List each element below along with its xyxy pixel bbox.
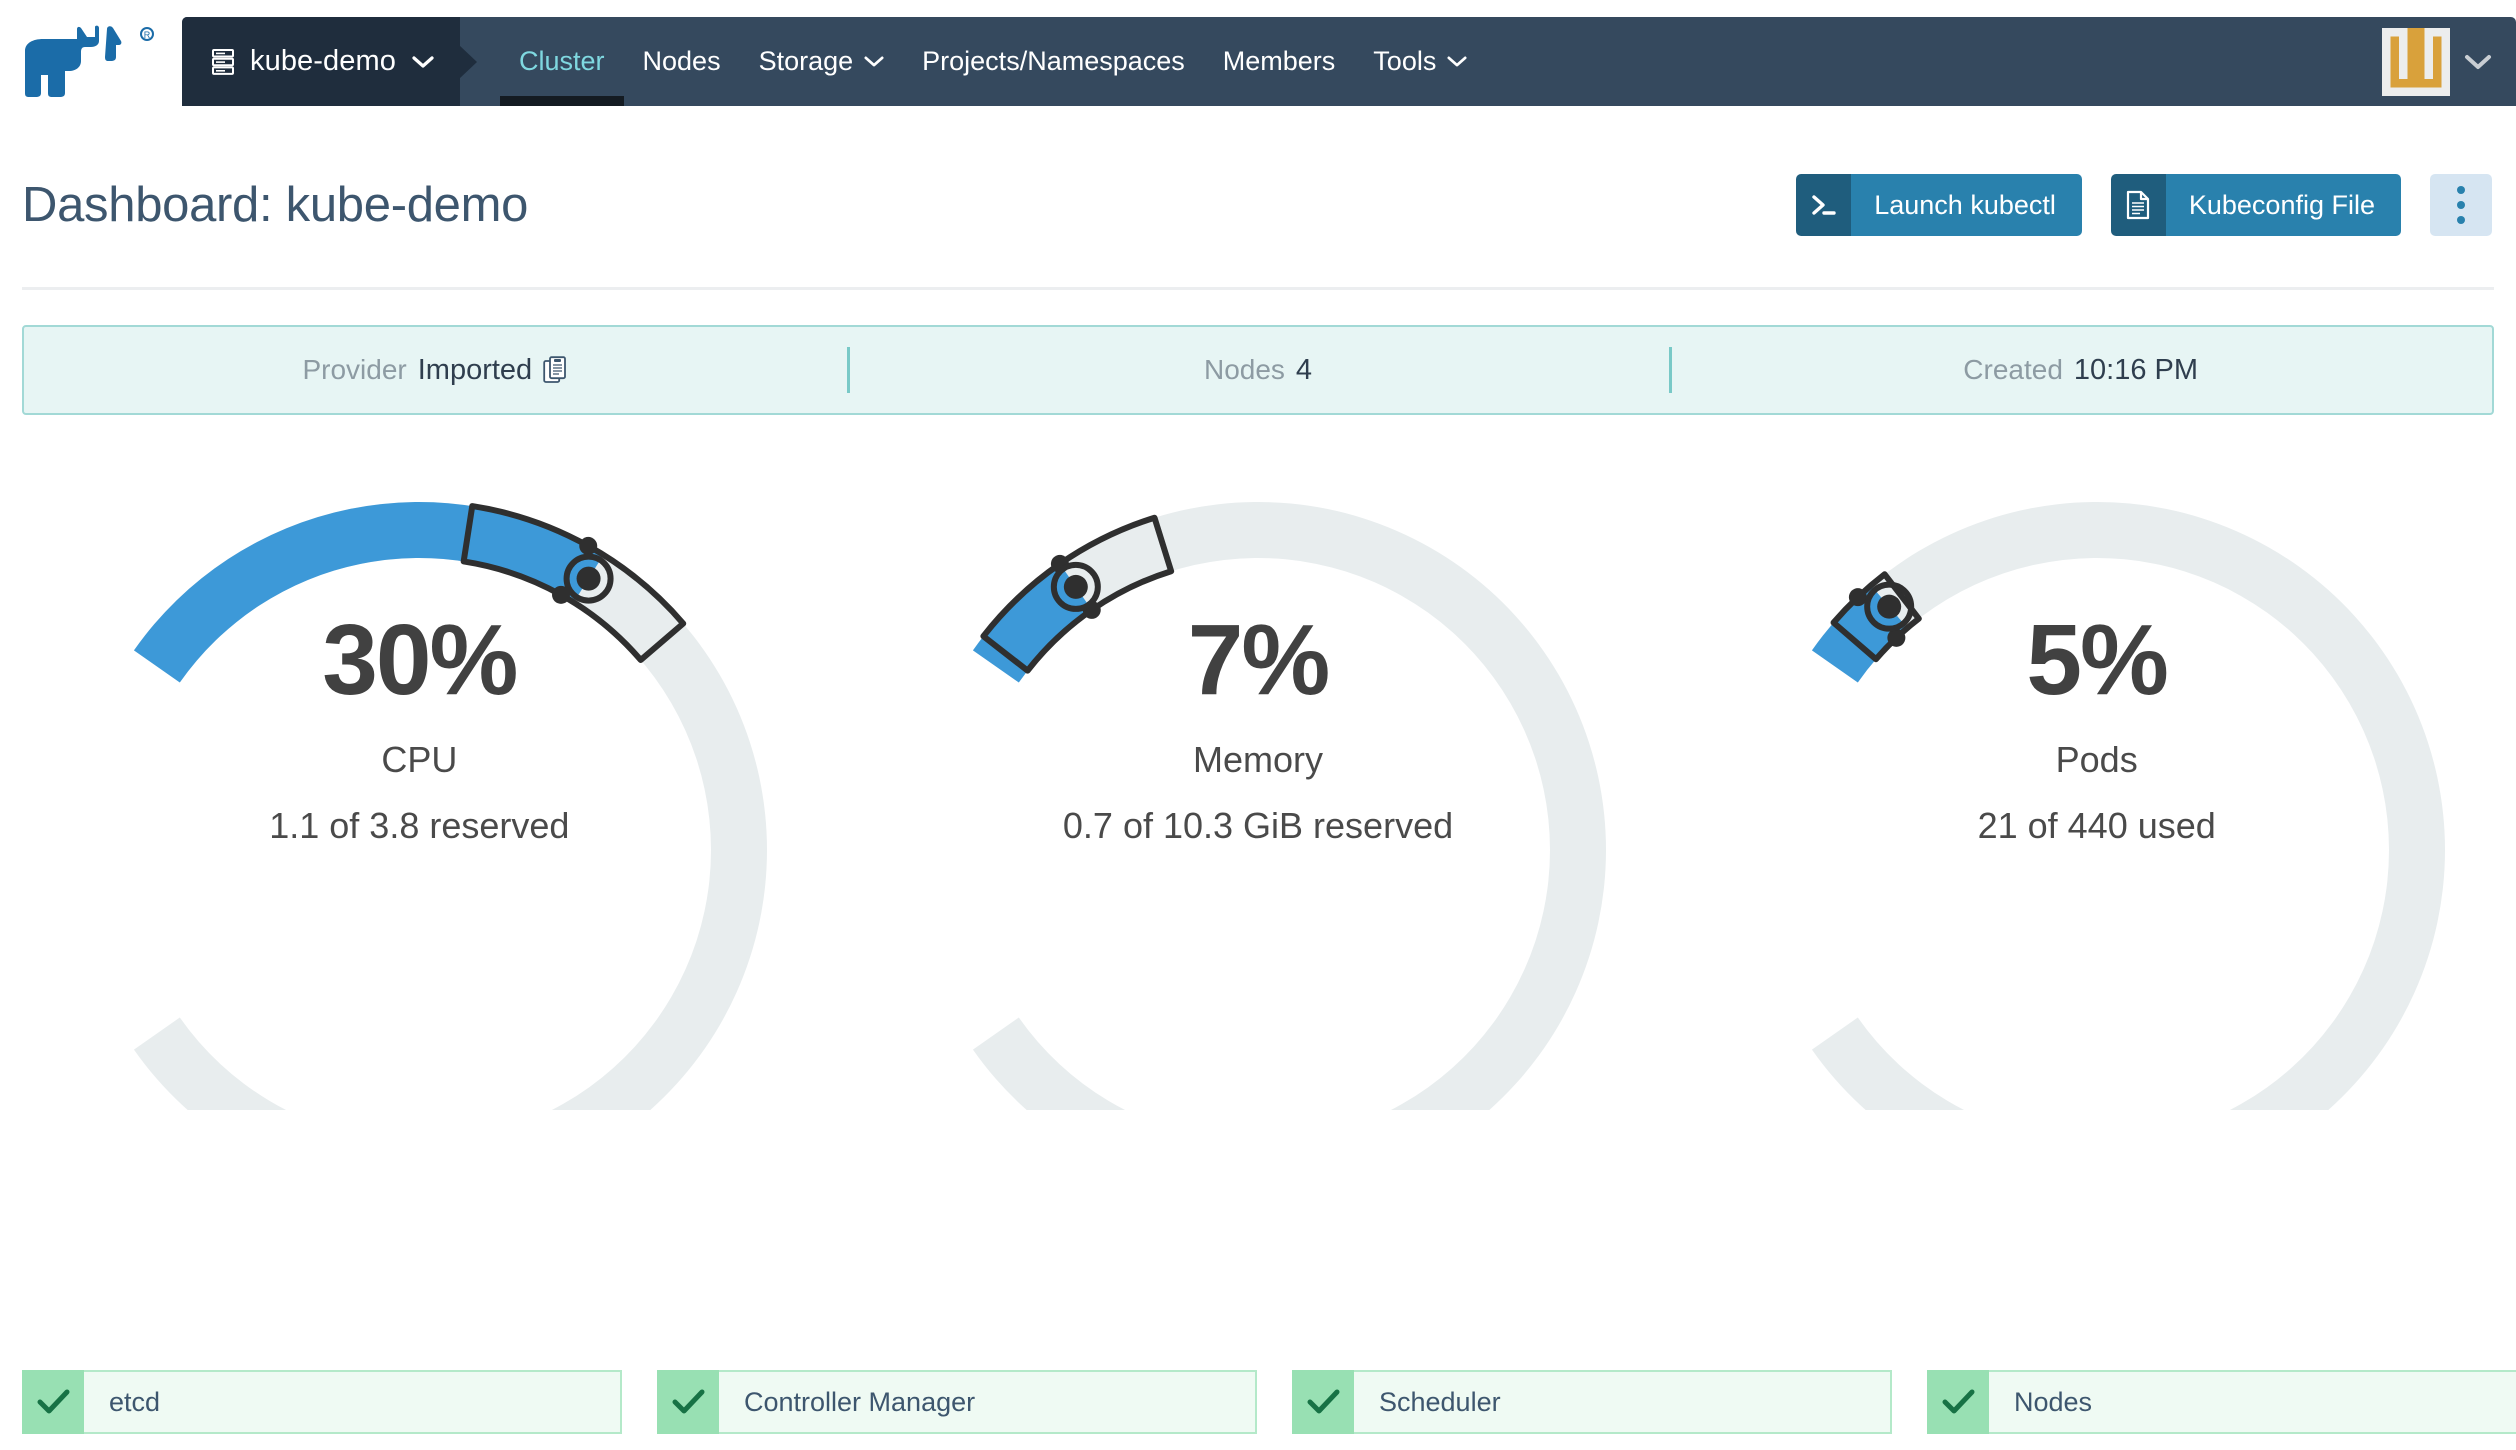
file-document-icon — [2110, 174, 2166, 236]
component-status-bar: etcd Controller Manager Scheduler Nodes — [22, 1370, 2516, 1434]
nav-item-storage[interactable]: Storage — [740, 17, 904, 106]
status-ok-box — [657, 1370, 719, 1434]
banner-key: Created — [1963, 354, 2063, 385]
gauge-arc-cpu — [134, 502, 768, 1110]
nav-item-members[interactable]: Members — [1204, 17, 1355, 106]
nav-item-cluster[interactable]: Cluster — [500, 17, 624, 106]
gauge-arc-memory — [972, 502, 1606, 1110]
server-rack-icon — [212, 48, 234, 75]
svg-text:R: R — [144, 30, 151, 40]
kebab-dot-icon — [2457, 216, 2465, 224]
launch-kubectl-label: Launch kubectl — [1851, 174, 2082, 236]
nav-item-label: Tools — [1373, 46, 1437, 76]
more-actions-button[interactable] — [2430, 174, 2492, 236]
status-card-etcd[interactable]: etcd — [22, 1370, 622, 1434]
rancher-cow-logo-icon: R — [25, 25, 154, 97]
nav-item-label: Members — [1222, 46, 1336, 76]
status-label: Nodes — [1989, 1370, 2516, 1434]
status-ok-box — [1292, 1370, 1354, 1434]
status-label: etcd — [84, 1370, 622, 1434]
copy-icon[interactable] — [543, 355, 568, 385]
check-icon — [1942, 1389, 1974, 1414]
nav-item-projects-namespaces[interactable]: Projects/Namespaces — [903, 17, 1204, 106]
status-label: Controller Manager — [719, 1370, 1257, 1434]
status-card-scheduler[interactable]: Scheduler — [1292, 1370, 1892, 1434]
kebab-dot-icon — [2457, 186, 2465, 194]
kebab-dot-icon — [2457, 201, 2465, 209]
check-icon — [1307, 1389, 1339, 1414]
nav-strip: kube-demo Cluster Nodes Storage Projects… — [182, 17, 2516, 106]
launch-kubectl-button[interactable]: Launch kubectl — [1796, 174, 2082, 236]
gauge-cpu[interactable]: 30% CPU 1.1 of 3.8 reserved — [0, 450, 839, 1240]
nav-item-label: Storage — [758, 46, 854, 76]
nav-item-label: Nodes — [642, 46, 721, 76]
status-card-nodes[interactable]: Nodes — [1927, 1370, 2516, 1434]
gauge-memory[interactable]: 7% Memory 0.7 of 10.3 GiB reserved — [839, 450, 1678, 1240]
top-navigation-bar: R kube-demo Cluster Nodes Storage Projec… — [0, 0, 2516, 123]
status-ok-box — [1927, 1370, 1989, 1434]
nav-items: Cluster Nodes Storage Projects/Namespace… — [460, 17, 1486, 106]
header-actions: Launch kubectl Kubeconfig File — [1796, 174, 2492, 236]
status-label: Scheduler — [1354, 1370, 1892, 1434]
header-divider — [22, 287, 2494, 290]
nav-item-label: Projects/Namespaces — [922, 46, 1185, 76]
nav-item-tools[interactable]: Tools — [1354, 17, 1486, 106]
avatar — [2382, 27, 2450, 96]
kubeconfig-file-label: Kubeconfig File — [2165, 174, 2401, 236]
banner-value: Imported — [417, 353, 533, 386]
user-menu[interactable] — [2382, 27, 2492, 96]
check-icon — [672, 1389, 704, 1414]
banner-cell-created: Created 10:16 PM — [1669, 327, 2492, 413]
banner-key: Provider — [302, 354, 407, 385]
banner-cell-provider: Provider Imported — [24, 327, 847, 413]
banner-value: 10:16 PM — [2073, 353, 2199, 386]
gauge-arc-pods — [1811, 502, 2445, 1110]
page-title: Dashboard: kube-demo — [22, 178, 529, 232]
chevron-down-icon — [412, 55, 434, 68]
rancher-logo[interactable]: R — [0, 0, 182, 123]
cluster-selector[interactable]: kube-demo — [182, 17, 460, 106]
terminal-icon — [1796, 174, 1852, 236]
page-header: Dashboard: kube-demo Launch kubectl Kube… — [0, 123, 2516, 287]
status-card-controller-manager[interactable]: Controller Manager — [657, 1370, 1257, 1434]
nav-item-label: Cluster — [519, 46, 605, 76]
banner-key: Nodes — [1203, 354, 1285, 385]
status-ok-box — [22, 1370, 84, 1434]
nav-item-nodes[interactable]: Nodes — [624, 17, 740, 106]
resource-gauges: 30% CPU 1.1 of 3.8 reserved 7% Memory 0.… — [0, 450, 2516, 1240]
check-icon — [37, 1389, 69, 1414]
chevron-down-icon — [864, 56, 884, 67]
cluster-selector-label: kube-demo — [250, 45, 396, 77]
banner-cell-nodes: Nodes 4 — [847, 327, 1670, 413]
gauge-pods[interactable]: 5% Pods 21 of 440 used — [1677, 450, 2516, 1240]
kubeconfig-file-button[interactable]: Kubeconfig File — [2110, 174, 2401, 236]
cluster-info-banner: Provider Imported Nodes 4 Created 10:16 … — [22, 325, 2494, 415]
chevron-down-icon — [1447, 56, 1467, 67]
chevron-down-icon — [2465, 54, 2491, 69]
banner-value: 4 — [1295, 353, 1313, 386]
